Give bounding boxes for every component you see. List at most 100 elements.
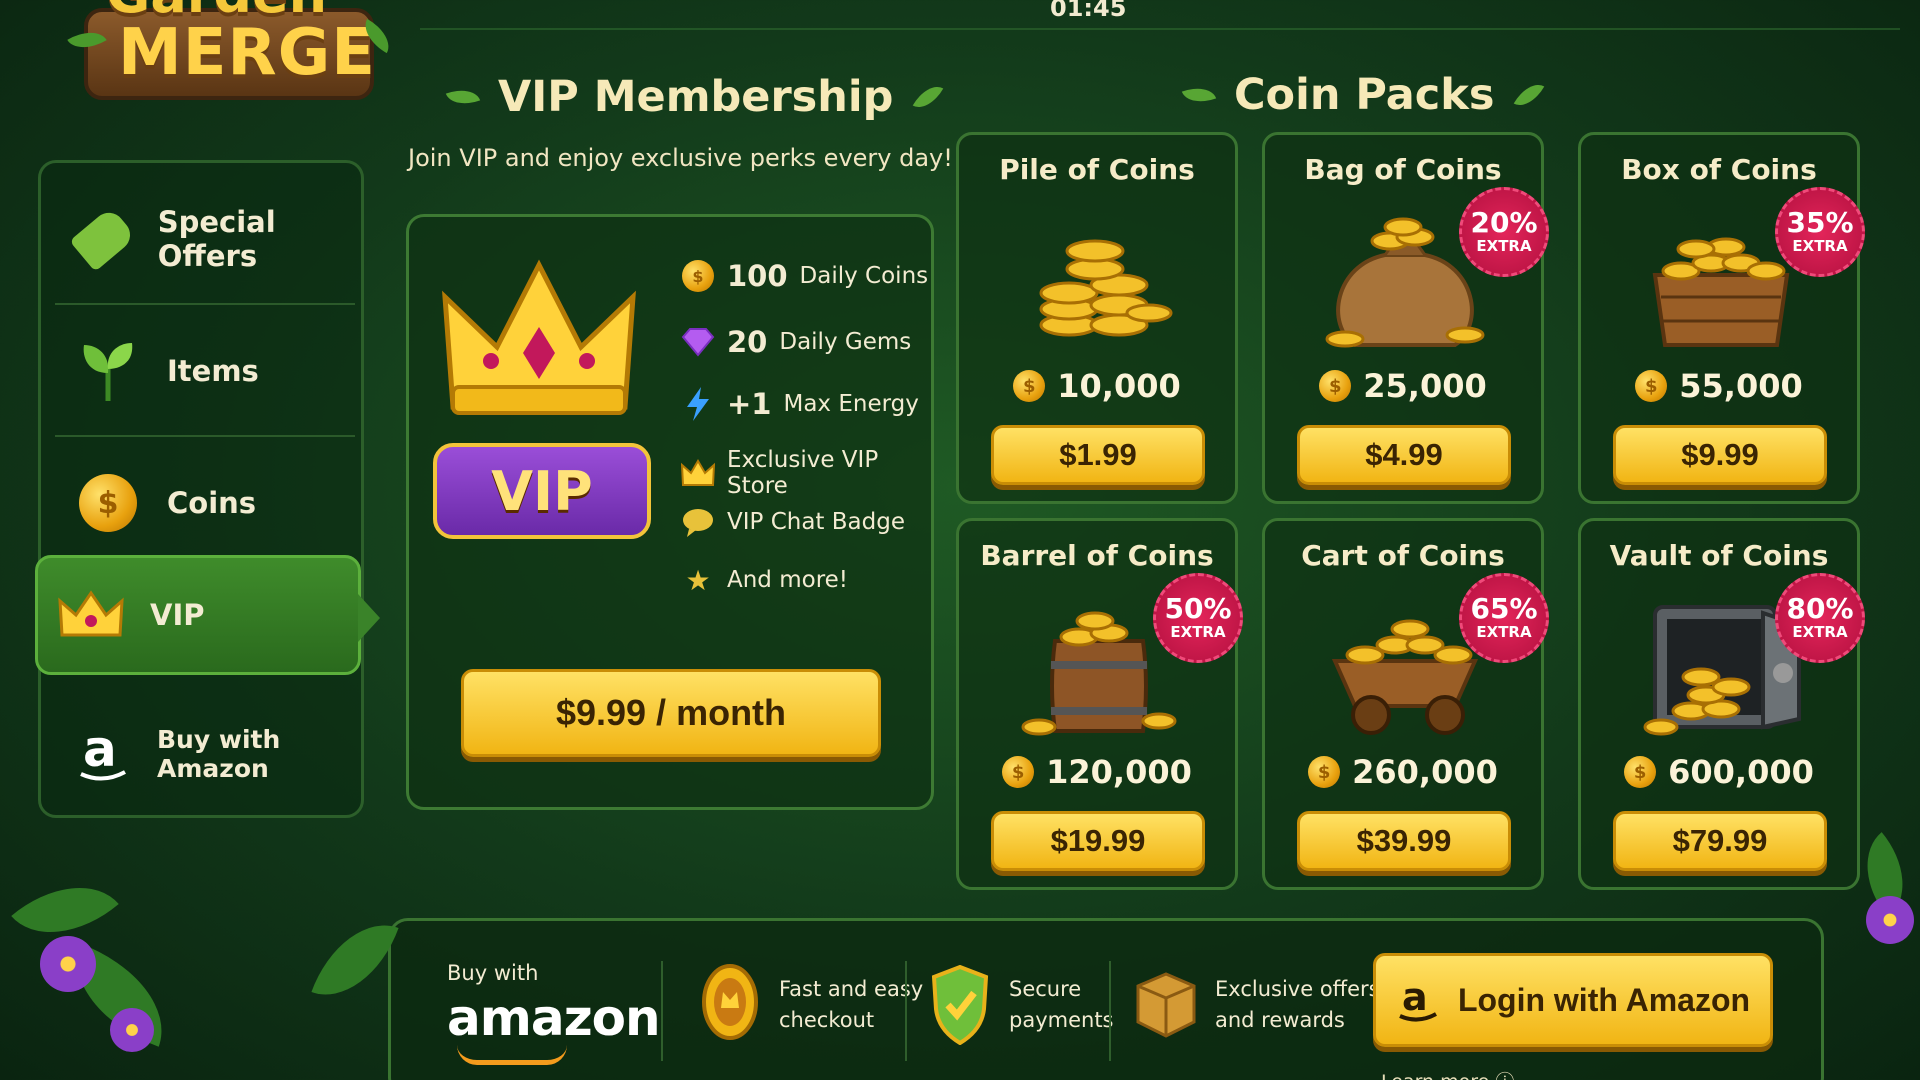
feature-secure-payments: Secure payments bbox=[925, 961, 1114, 1049]
gem-icon bbox=[681, 325, 715, 359]
perk-vip-store: Exclusive VIP Store bbox=[681, 447, 931, 499]
coin-packs-title-text: Coin Packs bbox=[1234, 70, 1495, 120]
coin-pack-card[interactable]: Box of Coins $55,000 $9.99 35% EXTRA bbox=[1578, 132, 1865, 504]
coin-pack-card[interactable]: Barrel of Coins $120,000 $19.99 50% EXTRA bbox=[956, 518, 1243, 890]
header-divider bbox=[420, 28, 1900, 30]
amazon-icon: a bbox=[1399, 976, 1437, 1022]
leaf-icon bbox=[913, 79, 944, 115]
extra-percent: 65% bbox=[1470, 592, 1538, 625]
perk-max-energy: +1 Max Energy bbox=[681, 387, 919, 421]
leaf-decoration bbox=[311, 907, 399, 1013]
pack-amount: $25,000 bbox=[1265, 367, 1541, 405]
learn-more-text: Learn more bbox=[1381, 1071, 1489, 1080]
extra-percent: 50% bbox=[1164, 592, 1232, 625]
extra-label: EXTRA bbox=[1476, 623, 1532, 641]
extra-label: EXTRA bbox=[1476, 237, 1532, 255]
perk-text: Daily Coins bbox=[799, 263, 929, 289]
login-with-amazon-button[interactable]: a Login with Amazon bbox=[1373, 953, 1773, 1047]
buy-pack-button[interactable]: $1.99 bbox=[991, 425, 1205, 485]
perk-text: Exclusive VIP Store bbox=[727, 447, 879, 499]
login-button-label: Login with Amazon bbox=[1457, 981, 1751, 1018]
leaf-icon bbox=[1514, 77, 1545, 113]
coin-icon: $ bbox=[1319, 370, 1352, 402]
learn-more-link[interactable]: Learn more ⓘ bbox=[1381, 1067, 1514, 1080]
vip-badge: VIP bbox=[433, 443, 651, 539]
feature-text: Fast and easy bbox=[779, 976, 924, 1001]
sidebar-item-coins[interactable]: $ Coins bbox=[55, 439, 355, 569]
pack-amount: $55,000 bbox=[1581, 367, 1857, 405]
feature-text: Exclusive offers bbox=[1215, 976, 1380, 1001]
pack-name: Box of Coins bbox=[1621, 153, 1817, 186]
feature-fast-checkout: Fast and easy checkout bbox=[695, 961, 923, 1049]
info-icon: ⓘ bbox=[1495, 1071, 1514, 1080]
extra-label: EXTRA bbox=[1170, 623, 1226, 641]
coin-pack-card[interactable]: Vault of Coins $600,000 $79.99 80% EXTRA bbox=[1578, 518, 1865, 890]
coin-icon: $ bbox=[1002, 756, 1035, 788]
sidebar-item-label: Special Offers bbox=[157, 205, 276, 273]
coin-icon: $ bbox=[681, 259, 715, 293]
extra-badge: 80% EXTRA bbox=[1775, 573, 1865, 663]
crown-icon bbox=[439, 257, 639, 427]
sprout-icon bbox=[73, 336, 143, 406]
sidebar-item-special-offers[interactable]: Special Offers bbox=[55, 175, 355, 305]
flower-decoration bbox=[40, 936, 96, 992]
game-logo: Garden MERGE bbox=[67, 0, 397, 110]
sidebar-item-buy-with-amazon[interactable]: a Buy with Amazon bbox=[55, 689, 355, 819]
coin-pack-card[interactable]: Pile of Coins $10,000 $1.99 bbox=[956, 132, 1238, 504]
feature-text: and rewards bbox=[1215, 1008, 1345, 1032]
extra-badge: 35% EXTRA bbox=[1775, 187, 1865, 277]
crown-icon bbox=[56, 580, 126, 650]
buy-with-label: Buy with bbox=[447, 961, 539, 985]
extra-percent: 35% bbox=[1786, 206, 1854, 239]
pack-amount: $120,000 bbox=[959, 753, 1235, 791]
perk-number: 100 bbox=[727, 259, 788, 293]
sidebar-item-label: Coins bbox=[167, 486, 257, 520]
buy-pack-button[interactable]: $9.99 bbox=[1613, 425, 1827, 485]
coin-pile-icon bbox=[1009, 205, 1189, 355]
pack-amount-value: 25,000 bbox=[1363, 367, 1487, 405]
pack-amount: $10,000 bbox=[959, 367, 1235, 405]
buy-pack-button[interactable]: $19.99 bbox=[991, 811, 1205, 871]
extra-percent: 20% bbox=[1470, 206, 1538, 239]
coin-pack-card[interactable]: Cart of Coins $260,000 $39.99 65% EXTRA bbox=[1262, 518, 1549, 890]
vip-membership-panel: VIP $ 100 Daily Coins 20 Daily Gems +1 M… bbox=[406, 214, 934, 810]
leaf-icon bbox=[1181, 81, 1217, 109]
pack-amount-value: 55,000 bbox=[1679, 367, 1803, 405]
perk-number: 20 bbox=[727, 325, 768, 359]
feature-text: checkout bbox=[779, 1008, 875, 1032]
vip-subscribe-button[interactable]: $9.99 / month bbox=[461, 669, 881, 757]
perk-chat-badge: VIP Chat Badge bbox=[681, 505, 905, 539]
star-icon: ★ bbox=[685, 563, 711, 597]
lightning-icon bbox=[681, 387, 715, 421]
extra-badge: 20% EXTRA bbox=[1459, 187, 1549, 277]
pack-name: Bag of Coins bbox=[1304, 153, 1502, 186]
coin-pack-card[interactable]: Bag of Coins $25,000 $4.99 20% EXTRA bbox=[1262, 132, 1549, 504]
pack-amount: $260,000 bbox=[1265, 753, 1541, 791]
sidebar-item-label: Items bbox=[167, 354, 259, 388]
buy-pack-button[interactable]: $79.99 bbox=[1613, 811, 1827, 871]
coin-icon: $ bbox=[1013, 370, 1046, 402]
buy-pack-button[interactable]: $39.99 bbox=[1297, 811, 1511, 871]
shield-check-icon bbox=[925, 961, 995, 1049]
svg-text:a: a bbox=[83, 722, 117, 778]
sidebar-item-items[interactable]: Items bbox=[55, 307, 355, 437]
pack-name: Barrel of Coins bbox=[980, 539, 1214, 572]
sidebar-item-vip[interactable]: VIP bbox=[35, 555, 380, 675]
sidebar-item-label: VIP bbox=[150, 598, 205, 632]
sidebar-item-label: Buy with Amazon bbox=[157, 725, 281, 783]
coin-packs-title: Coin Packs bbox=[1181, 70, 1545, 120]
divider bbox=[661, 961, 663, 1061]
pack-amount-value: 260,000 bbox=[1352, 753, 1498, 791]
buy-pack-button[interactable]: $4.99 bbox=[1297, 425, 1511, 485]
amazon-pay-bar: Buy with amazon Fast and easy checkout Se… bbox=[388, 918, 1824, 1080]
leaf-icon bbox=[445, 83, 481, 111]
pack-amount: $600,000 bbox=[1581, 753, 1857, 791]
price-tag-icon bbox=[69, 204, 137, 274]
logo-line2: MERGE bbox=[118, 16, 376, 90]
extra-label: EXTRA bbox=[1792, 237, 1848, 255]
flower-decoration bbox=[110, 1008, 154, 1052]
medal-icon bbox=[695, 961, 765, 1049]
perk-number: +1 bbox=[727, 387, 772, 421]
category-sidebar: Special Offers Items $ Coins VIP a Buy w… bbox=[35, 160, 380, 819]
vip-title-text: VIP Membership bbox=[498, 72, 894, 122]
